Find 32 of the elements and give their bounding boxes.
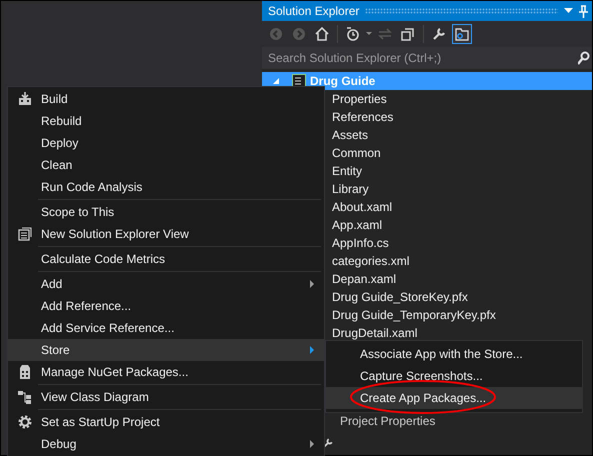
menu-item[interactable]: Capture Screenshots... — [326, 365, 582, 387]
dropdown-icon[interactable] — [564, 8, 573, 14]
menu-item[interactable]: Add — [8, 273, 324, 295]
menu-item[interactable]: Add Reference... — [8, 295, 324, 317]
menu-item[interactable]: View Class Diagram — [8, 386, 324, 408]
properties-object: Project Properties — [339, 414, 436, 430]
menu-item[interactable]: Set as StartUp Project — [8, 411, 324, 433]
menu-item[interactable]: Add Service Reference... — [8, 317, 324, 339]
menu-item[interactable]: Create App Packages... — [326, 387, 582, 409]
menu-item[interactable]: Run Code Analysis — [8, 176, 324, 198]
menu-item[interactable]: New Solution Explorer View — [8, 223, 324, 245]
menu-item[interactable]: Build — [8, 88, 324, 110]
menu-item[interactable]: Associate App with the Store... — [326, 343, 582, 365]
window-title: Solution Explorer — [268, 4, 360, 18]
wrench-icon[interactable] — [322, 437, 334, 449]
class-diagram-icon — [16, 389, 32, 405]
build-icon — [16, 91, 32, 107]
menu-item[interactable]: Rebuild — [8, 110, 324, 132]
search-icon[interactable] — [578, 51, 590, 65]
menu-item[interactable]: Deploy — [8, 132, 324, 154]
menu-item[interactable]: Store — [8, 339, 324, 361]
menu-item[interactable]: Calculate Code Metrics — [8, 248, 324, 270]
menu-item[interactable]: Clean — [8, 154, 324, 176]
menu-item[interactable]: Manage NuGet Packages... — [8, 361, 324, 383]
pin-icon[interactable] — [579, 4, 588, 18]
menu-item[interactable]: Scope to This — [8, 201, 324, 223]
caret-icon[interactable] — [366, 32, 372, 36]
search-field[interactable]: Search Solution Explorer (Ctrl+;) — [262, 47, 592, 69]
gear-icon — [16, 414, 32, 430]
folder-search-icon[interactable] — [452, 24, 472, 44]
window-list-icon — [16, 226, 32, 242]
menu-item[interactable]: Debug — [8, 433, 324, 455]
